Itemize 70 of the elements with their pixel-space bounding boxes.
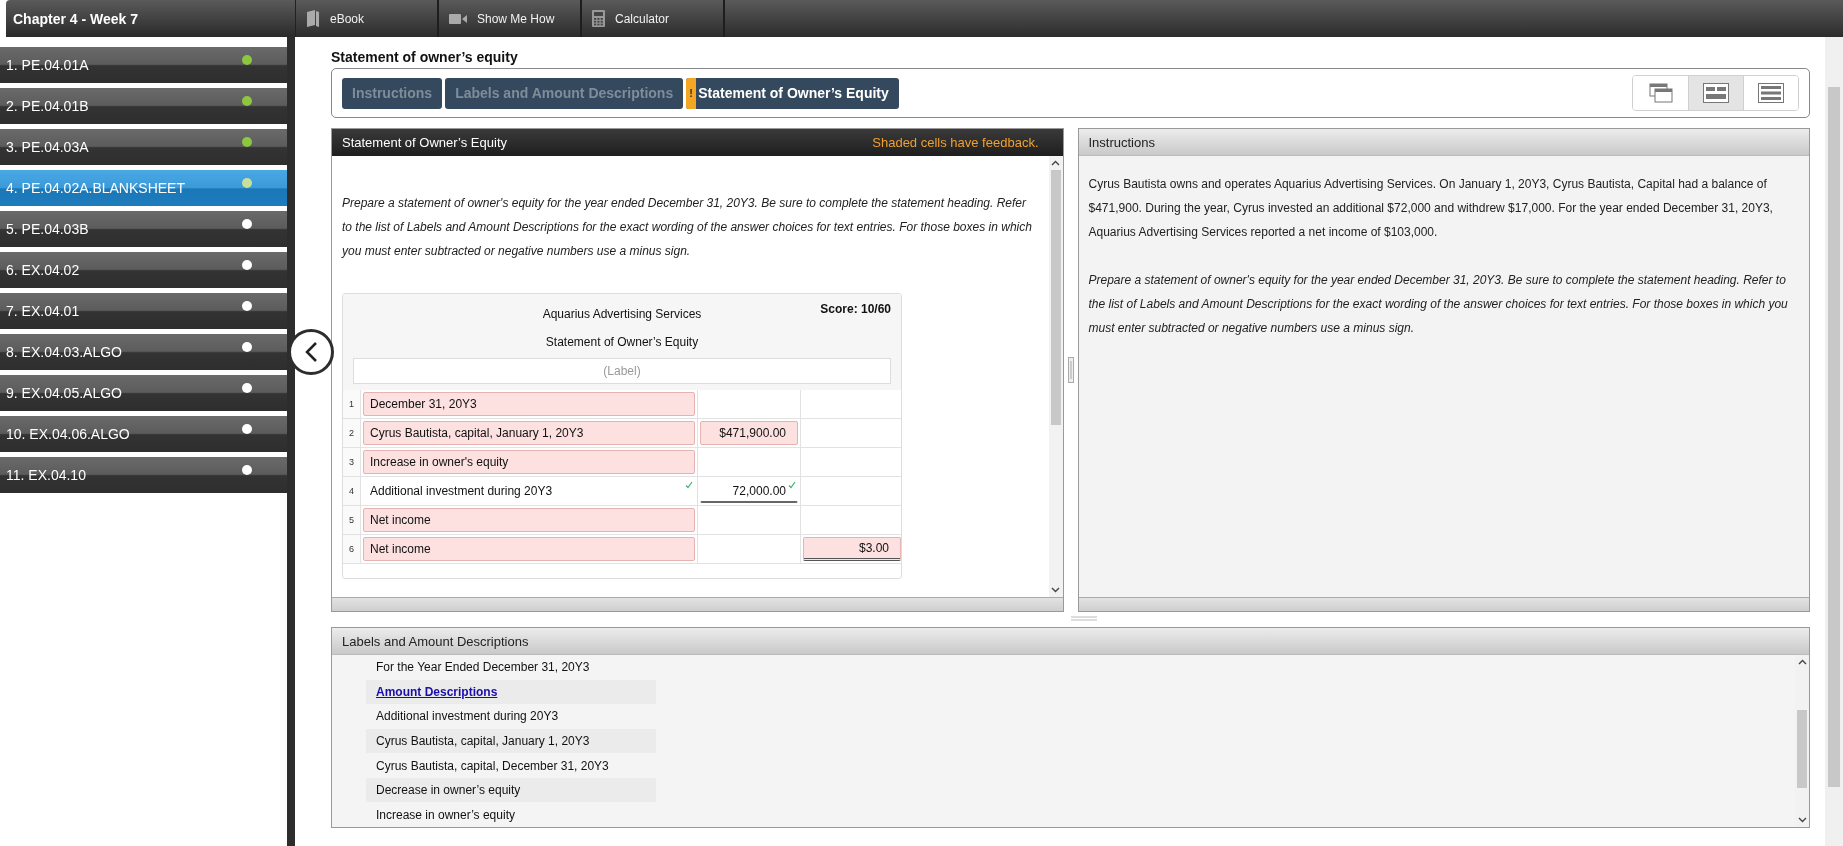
assignment-item[interactable]: 2. PE.04.01B [0, 88, 287, 124]
answer-field[interactable]: $3.00 [803, 537, 901, 561]
rows-layout-icon [1758, 83, 1784, 103]
layout-button[interactable] [1743, 76, 1798, 110]
label-option: Increase in owner’s equity [366, 802, 656, 828]
assignment-item[interactable]: 5. PE.04.03B [0, 211, 287, 247]
label-option: Additional investment during 20Y3 [366, 704, 656, 729]
layout-button[interactable] [1688, 76, 1743, 110]
row-number: 3 [343, 448, 360, 476]
assignment-item[interactable]: 4. PE.04.02A.BLANKSHEET [0, 170, 287, 206]
panel-title: Instructions [1078, 129, 1809, 156]
answer-field[interactable]: Increase in owner's equity [363, 450, 695, 474]
scroll-up-icon[interactable] [1051, 160, 1060, 166]
row-number: 4 [343, 477, 360, 505]
resize-grip-icon[interactable] [1070, 616, 1097, 622]
tab[interactable]: ! Statement of Owner’s Equity [686, 77, 899, 109]
toolbar-button[interactable]: Show Me How [439, 0, 582, 37]
company-name: Aquarius Advertising Services [542, 306, 702, 323]
splitter-grip-icon[interactable] [1067, 357, 1074, 383]
row-number: 5 [343, 506, 360, 534]
feedback-notice: Shaded cells have feedback. [872, 135, 1039, 150]
answer-field[interactable]: $471,900.00 [700, 421, 798, 445]
assignment-item[interactable]: 8. EX.04.03.ALGO [0, 334, 287, 370]
scroll-down-icon[interactable] [1797, 817, 1807, 823]
row-number: 1 [343, 390, 360, 418]
label-option: Cyrus Bautista, capital, December 31, 20Y3 [366, 753, 656, 778]
answer-field[interactable]: Net income [363, 508, 695, 532]
collapse-button[interactable] [288, 329, 334, 375]
scroll-down-icon[interactable] [1051, 587, 1060, 593]
label-option: Decrease in owner’s equity [366, 777, 656, 803]
video-camera-icon [449, 12, 467, 25]
score: Score: 10/60 [820, 302, 891, 316]
answer-field[interactable]: December 31, 20Y3 [363, 392, 695, 416]
instructions-text: Prepare a statement of owner's equity for the year ended December 31, 20Y3. Be sure to complete the statement heading. Refer to the list of Labels and Amount Descriptions for the exact wording of the answer choices for text entries. For those boxes in which you must enter subtracted or negative numbers use a minus sign. [1088, 272, 1789, 337]
panel-title: Labels and Amount Descriptions [332, 628, 1809, 655]
page-scrollbar[interactable] [1825, 37, 1843, 846]
chapter-title: Chapter 4 - Week 7 [6, 0, 295, 37]
chevron-left-icon [304, 341, 318, 363]
label-option: Cyrus Bautista, capital, January 1, 20Y3 [366, 728, 656, 754]
assignment-item[interactable]: 3. PE.04.03A [0, 129, 287, 165]
answer-field[interactable]: 72,000.00 [700, 479, 798, 503]
windows-icon [1648, 83, 1673, 103]
assignment-item[interactable]: 6. EX.04.02 [0, 252, 287, 288]
assignment-item[interactable]: 7. EX.04.01 [0, 293, 287, 329]
split-layout-icon [1703, 83, 1729, 103]
panel-title: Statement of Owner’s Equity [342, 135, 507, 150]
instructions-text: Prepare a statement of owner's equity for the year ended December 31, 20Y3. Be sure to complete the statement heading. Refer to the list of Labels and Amount Descriptions for the exact wording of the answer choices for text entries. For those boxes in which you must enter subtracted or negative numbers use a minus sign. [342, 195, 1033, 260]
answer-field[interactable]: Additional investment during 20Y3 [363, 479, 695, 503]
alert-flag: ! [686, 77, 697, 109]
row-number: 6 [343, 535, 360, 563]
check-icon [685, 481, 693, 489]
row-number: 2 [343, 419, 360, 447]
assignment-item[interactable]: 10. EX.04.06.ALGO [0, 416, 287, 452]
toolbar-button[interactable]: eBook [296, 0, 439, 37]
scroll-up-icon[interactable] [1797, 659, 1807, 665]
check-icon [788, 481, 796, 489]
statement-name: Statement of Owner’s Equity [545, 334, 699, 351]
label-option: For the Year Ended December 31, 20Y3 [366, 655, 656, 680]
assignment-item[interactable]: 1. PE.04.01A [0, 47, 287, 83]
scrollbar[interactable] [1048, 156, 1063, 597]
answer-field[interactable]: Cyrus Bautista, capital, January 1, 20Y3 [363, 421, 695, 445]
assignment-item[interactable]: 11. EX.04.10 [0, 457, 287, 493]
book-icon [306, 9, 320, 28]
answer-field[interactable]: Net income [363, 537, 695, 561]
page-title: Statement of owner’s equity [331, 49, 519, 67]
toolbar-button[interactable]: Calculator [582, 0, 725, 37]
section-link[interactable]: Amount Descriptions [376, 684, 498, 699]
instructions-text: Cyrus Bautista owns and operates Aquarius Advertising Services. On January 1, 20Y3, Cyrus Bautista, Capital had a balance of $471,900. During the year, Cyrus invested an additional $72,000 and withdrew $17,000. For the year ended December 31, 20Y3, Aquarius Advertising Services reported a net income of $103,000. [1088, 176, 1774, 241]
calculator-icon [592, 10, 605, 27]
assignment-item[interactable]: 9. EX.04.05.ALGO [0, 375, 287, 411]
